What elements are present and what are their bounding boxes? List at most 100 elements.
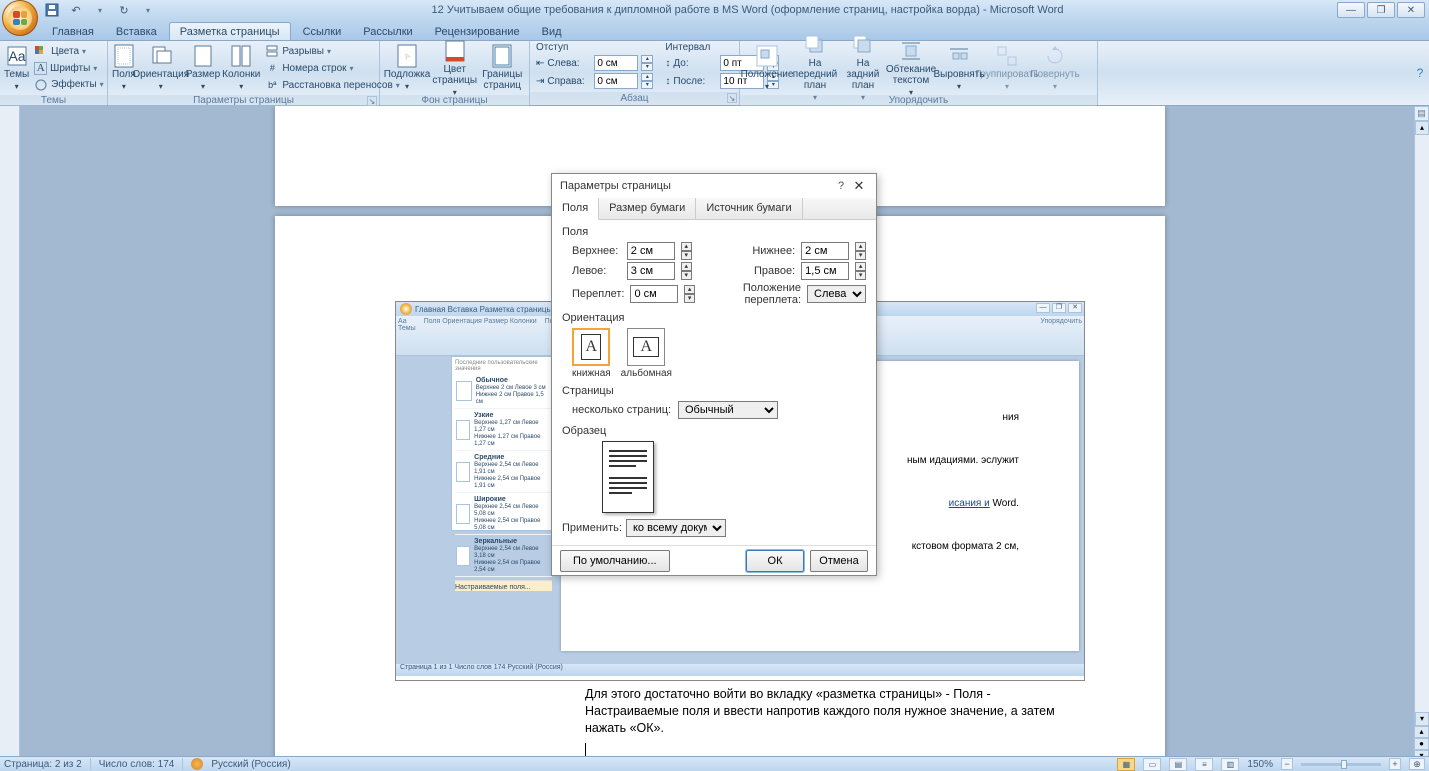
theme-effects-button[interactable]: Эффекты xyxy=(31,77,106,93)
status-language[interactable]: Русский (Россия) xyxy=(211,759,290,770)
scroll-up[interactable]: ▴ xyxy=(1415,121,1429,135)
margin-top-up[interactable]: ▴ xyxy=(681,242,692,251)
bring-forward-button[interactable]: На передний план▾ xyxy=(792,43,838,93)
watermark-button[interactable]: AПодложка▾ xyxy=(384,43,430,93)
indent-right-input[interactable] xyxy=(594,73,638,89)
margin-left-down[interactable]: ▾ xyxy=(681,271,692,280)
indent-right-down[interactable]: ▾ xyxy=(641,81,653,89)
indent-left-down[interactable]: ▾ xyxy=(641,63,653,71)
view-outline[interactable]: ≡ xyxy=(1195,758,1213,771)
vertical-scrollbar[interactable]: ▴ ▾ xyxy=(1414,121,1429,726)
zoom-slider[interactable] xyxy=(1301,763,1381,766)
indent-left-input[interactable] xyxy=(594,55,638,71)
zoom-out[interactable]: − xyxy=(1281,758,1293,770)
document-body-text[interactable]: Для этого достаточно войти во вкладку «р… xyxy=(585,686,1055,756)
undo-button[interactable]: ↶ xyxy=(66,1,86,19)
margin-left-input[interactable] xyxy=(627,262,675,280)
dialog-help-button[interactable]: ? xyxy=(832,180,850,192)
zoom-value[interactable]: 150% xyxy=(1247,759,1273,770)
margin-top-down[interactable]: ▾ xyxy=(681,251,692,260)
tab-вставка[interactable]: Вставка xyxy=(106,23,167,40)
multiple-pages-select[interactable]: Обычный xyxy=(678,401,778,419)
zoom-fit[interactable]: ⊕ xyxy=(1409,758,1425,770)
margin-bottom-up[interactable]: ▴ xyxy=(855,242,866,251)
gutter-down[interactable]: ▾ xyxy=(684,294,694,303)
office-button[interactable] xyxy=(2,0,38,36)
indent-right-icon: ⇥ xyxy=(536,76,544,87)
orientation-portrait[interactable]: A книжная xyxy=(572,328,611,379)
tab-разметка-страницы[interactable]: Разметка страницы xyxy=(169,22,291,40)
default-button[interactable]: По умолчанию... xyxy=(560,550,670,572)
view-draft[interactable]: ▥ xyxy=(1221,758,1239,771)
scroll-down[interactable]: ▾ xyxy=(1415,712,1429,726)
redo-button[interactable]: ↻ xyxy=(114,1,134,19)
apply-to-select[interactable]: ко всему документу xyxy=(626,519,726,537)
dialog-tab-0[interactable]: Поля xyxy=(552,198,599,220)
ok-button[interactable]: ОК xyxy=(746,550,804,572)
view-print-layout[interactable]: ▦ xyxy=(1117,758,1135,771)
align-button[interactable]: Выровнять▾ xyxy=(936,43,982,93)
browse-object-button[interactable]: ● xyxy=(1414,738,1429,750)
ruler-toggle[interactable]: ▤ xyxy=(1414,106,1429,121)
ribbon-help-button[interactable]: ? xyxy=(1411,41,1429,105)
margin-left-up[interactable]: ▴ xyxy=(681,262,692,271)
tab-ссылки[interactable]: Ссылки xyxy=(293,23,352,40)
size-button[interactable]: Размер▾ xyxy=(186,43,220,93)
margin-top-input[interactable] xyxy=(627,242,675,260)
view-web-layout[interactable]: ▤ xyxy=(1169,758,1187,771)
position-button[interactable]: Положение▾ xyxy=(744,43,790,93)
columns-button[interactable]: Колонки▾ xyxy=(222,43,260,93)
margin-right-down[interactable]: ▾ xyxy=(855,271,866,280)
group-arrange: Упорядочить xyxy=(740,95,1097,106)
theme-fonts-button[interactable]: AШрифты xyxy=(31,61,106,76)
minimize-button[interactable]: — xyxy=(1337,2,1365,18)
prev-page-button[interactable]: ▴ xyxy=(1414,726,1429,738)
restore-button[interactable]: ❐ xyxy=(1367,2,1395,18)
indent-right-up[interactable]: ▴ xyxy=(641,73,653,81)
gutter-position-select[interactable]: Слева xyxy=(807,285,866,303)
text-cursor xyxy=(585,743,586,756)
gutter-input[interactable] xyxy=(630,285,678,303)
cancel-button[interactable]: Отмена xyxy=(810,550,868,572)
dialog-tab-1[interactable]: Размер бумаги xyxy=(599,198,696,219)
close-button[interactable]: ✕ xyxy=(1397,2,1425,18)
save-button[interactable] xyxy=(42,1,62,19)
qat-customize[interactable] xyxy=(138,1,158,19)
zoom-in[interactable]: + xyxy=(1389,758,1401,770)
indent-left-up[interactable]: ▴ xyxy=(641,55,653,63)
page-borders-button[interactable]: Границы страниц xyxy=(480,43,526,93)
tab-рецензирование[interactable]: Рецензирование xyxy=(425,23,530,40)
dialog-tab-2[interactable]: Источник бумаги xyxy=(696,198,802,219)
status-page[interactable]: Страница: 2 из 2 xyxy=(4,759,82,770)
dialog-title: Параметры страницы xyxy=(560,180,671,192)
tab-рассылки[interactable]: Рассылки xyxy=(353,23,422,40)
group-button[interactable]: Группировать▾ xyxy=(984,43,1030,93)
margin-right-input[interactable] xyxy=(801,262,849,280)
margins-button[interactable]: Поля▾ xyxy=(112,43,136,93)
gutter-up[interactable]: ▴ xyxy=(684,285,694,294)
rotate-button[interactable]: Повернуть▾ xyxy=(1032,43,1078,93)
group-paragraph: Абзац↘ xyxy=(530,92,739,105)
vertical-ruler[interactable] xyxy=(0,106,20,756)
proofing-icon[interactable] xyxy=(191,758,203,770)
page-color-button[interactable]: Цвет страницы▾ xyxy=(432,43,478,93)
view-full-screen[interactable]: ▭ xyxy=(1143,758,1161,771)
embed-margins-dropdown: Последние пользовательские значения Обыч… xyxy=(451,356,556,531)
margin-bottom-down[interactable]: ▾ xyxy=(855,251,866,260)
themes-button[interactable]: Aa Темы▾ xyxy=(4,43,29,93)
embed-dd-item: ОбычноеВерхнее 2 см Левое 3 смНижнее 2 с… xyxy=(455,374,552,409)
status-word-count[interactable]: Число слов: 174 xyxy=(99,759,175,770)
paragraph-launcher[interactable]: ↘ xyxy=(727,93,737,103)
tab-вид[interactable]: Вид xyxy=(532,23,572,40)
undo-more-button[interactable] xyxy=(90,1,110,19)
margin-right-up[interactable]: ▴ xyxy=(855,262,866,271)
margin-bottom-input[interactable] xyxy=(801,242,849,260)
dialog-close-button[interactable]: ✕ xyxy=(850,178,868,194)
orientation-button[interactable]: Ориентация▾ xyxy=(138,43,184,93)
orientation-landscape[interactable]: A альбомная xyxy=(621,328,672,379)
send-back-button[interactable]: На задний план▾ xyxy=(840,43,886,93)
tab-главная[interactable]: Главная xyxy=(42,23,104,40)
theme-colors-button[interactable]: Цвета xyxy=(31,44,106,60)
text-wrap-button[interactable]: Обтекание текстом▾ xyxy=(888,43,934,93)
page-setup-launcher[interactable]: ↘ xyxy=(367,96,377,106)
